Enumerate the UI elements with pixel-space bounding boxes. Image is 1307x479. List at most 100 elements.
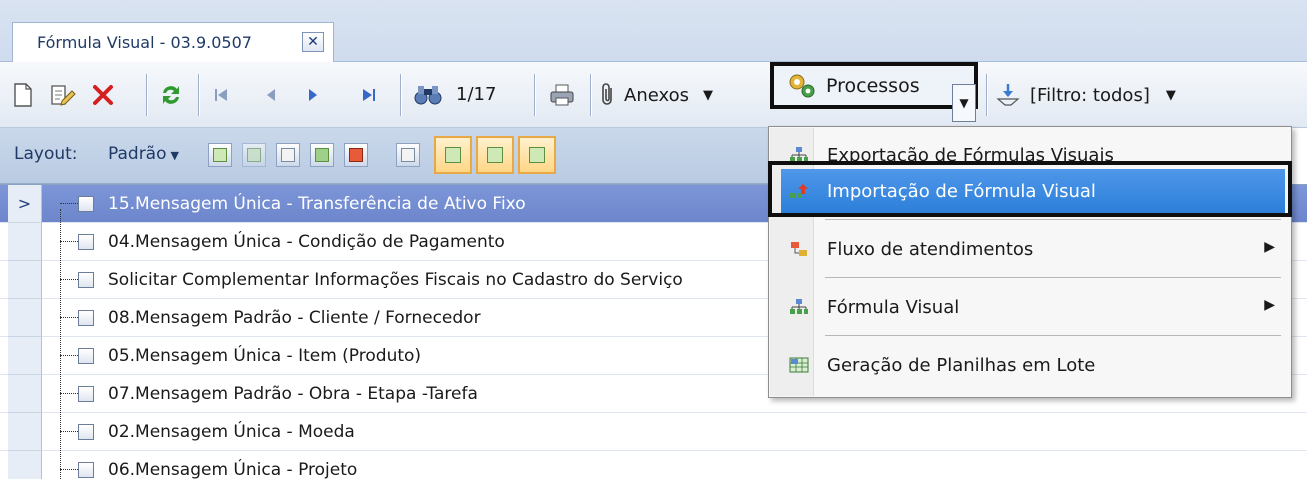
table-row[interactable]: 02.Mensagem Única - Moeda — [0, 413, 1307, 451]
tree-connector-line — [60, 317, 78, 318]
row-checkbox[interactable] — [78, 272, 94, 288]
view-mode-icon — [445, 147, 461, 163]
layout-export-button[interactable] — [344, 143, 368, 167]
row-indicator — [8, 261, 42, 299]
toolbar-separator — [986, 74, 987, 116]
toolbar-separator — [146, 74, 147, 116]
row-checkbox[interactable] — [78, 462, 94, 478]
print-button[interactable] — [544, 76, 580, 114]
view-mode-3-button[interactable] — [518, 136, 556, 174]
edit-icon — [51, 85, 76, 106]
row-indicator — [8, 337, 42, 375]
tab-title: Fórmula Visual - 03.9.0507 — [37, 33, 252, 52]
menu-item-label: Geração de Planilhas em Lote — [827, 354, 1096, 376]
layout-select[interactable]: Padrão ▼ — [108, 144, 179, 164]
layout-delete-icon — [247, 148, 261, 162]
row-indicator — [8, 375, 42, 413]
import-icon — [315, 148, 329, 162]
row-indicator — [8, 413, 42, 451]
row-text: 07.Mensagem Padrão - Obra - Etapa -Taref… — [108, 384, 478, 404]
row-text: 15.Mensagem Única - Transferência de Ati… — [108, 194, 526, 214]
view-mode-icon — [487, 147, 503, 163]
tree-connector-line — [60, 431, 78, 432]
layout-save-button[interactable] — [208, 143, 232, 167]
layout-delete-button[interactable] — [242, 143, 266, 167]
refresh-icon — [163, 86, 179, 104]
layout-save-icon — [213, 148, 227, 162]
paperclip-icon — [602, 83, 612, 105]
chevron-down-icon: ▼ — [959, 96, 969, 110]
chevron-down-icon: ▼ — [170, 149, 179, 162]
close-tab-icon[interactable]: ✕ — [302, 32, 324, 52]
row-checkbox[interactable] — [78, 234, 94, 250]
layout-value: Padrão — [108, 144, 167, 164]
menu-item-geracao-planilhas[interactable]: Geração de Planilhas em Lote — [781, 343, 1285, 387]
processos-dropdown-button[interactable]: ▼ — [952, 84, 976, 122]
menu-item-formula-visual[interactable]: Fórmula Visual ▶ — [781, 285, 1285, 329]
layout-label: Layout: — [14, 144, 78, 164]
toolbar-separator — [590, 74, 591, 116]
row-text: 08.Mensagem Padrão - Cliente / Fornecedo… — [108, 308, 481, 328]
anexos-button[interactable]: Anexos ▼ — [598, 76, 766, 114]
filter-icon — [996, 84, 1020, 106]
menu-item-fluxo[interactable]: Fluxo de atendimentos ▶ — [781, 227, 1285, 271]
edit-button[interactable] — [48, 76, 78, 114]
submenu-arrow-icon: ▶ — [1264, 239, 1275, 255]
row-text: 06.Mensagem Única - Projeto — [108, 460, 358, 479]
view-mode-1-button[interactable] — [434, 136, 472, 174]
row-indicator — [8, 223, 42, 261]
menu-separator — [825, 277, 1281, 278]
tree-connector-line — [60, 393, 78, 394]
first-record-icon — [215, 89, 227, 101]
columns-icon — [401, 148, 415, 162]
view-mode-2-button[interactable] — [476, 136, 514, 174]
spreadsheet-icon — [789, 357, 809, 373]
last-record-button[interactable] — [356, 76, 382, 114]
table-row[interactable]: 06.Mensagem Única - Projeto — [0, 451, 1307, 479]
tab-formula-visual[interactable]: Fórmula Visual - 03.9.0507 ✕ — [12, 22, 334, 62]
highlighted-item-frame — [768, 161, 1292, 217]
processos-button[interactable]: Processos — [770, 62, 978, 109]
filter-button[interactable]: [Filtro: todos] ▼ — [996, 76, 1216, 114]
processos-label: Processos — [826, 74, 920, 97]
workflow-icon — [791, 242, 807, 256]
menu-item-label: Fórmula Visual — [827, 296, 960, 318]
next-record-icon — [309, 89, 317, 101]
view-mode-icon — [529, 147, 545, 163]
binoculars-icon — [414, 86, 442, 105]
menu-item-label: Fluxo de atendimentos — [827, 238, 1034, 260]
anexos-label: Anexos — [624, 84, 689, 106]
row-checkbox[interactable] — [78, 386, 94, 402]
tree-connector-line — [60, 209, 61, 479]
tree-connector-line — [60, 279, 78, 280]
row-text: Solicitar Complementar Informações Fisca… — [108, 270, 683, 290]
layout-bar: Layout: Padrão ▼ — [0, 128, 785, 184]
row-indicator — [8, 299, 42, 337]
previous-record-button[interactable] — [258, 76, 284, 114]
new-button[interactable] — [10, 76, 36, 114]
row-checkbox[interactable] — [78, 310, 94, 326]
toolbar-separator — [534, 74, 535, 116]
previous-record-icon — [267, 89, 275, 101]
next-record-button[interactable] — [300, 76, 326, 114]
layout-grid-button[interactable] — [276, 143, 300, 167]
row-text: 04.Mensagem Única - Condição de Pagament… — [108, 232, 505, 252]
tree-connector-line — [60, 241, 78, 242]
gears-icon — [789, 74, 815, 97]
layout-import-button[interactable] — [310, 143, 334, 167]
delete-button[interactable] — [88, 76, 118, 114]
submenu-arrow-icon: ▶ — [1264, 297, 1275, 313]
layout-columns-button[interactable] — [396, 143, 420, 167]
menu-separator — [825, 335, 1281, 336]
refresh-button[interactable] — [156, 76, 186, 114]
last-record-icon — [363, 89, 375, 101]
row-checkbox[interactable] — [78, 348, 94, 364]
find-button[interactable] — [410, 76, 446, 114]
grid-icon — [281, 148, 295, 162]
row-text: 02.Mensagem Única - Moeda — [108, 422, 355, 442]
row-checkbox[interactable] — [78, 424, 94, 440]
tree-connector-line — [60, 355, 78, 356]
toolbar-separator — [198, 74, 199, 116]
row-checkbox[interactable] — [78, 196, 94, 212]
first-record-button[interactable] — [208, 76, 234, 114]
